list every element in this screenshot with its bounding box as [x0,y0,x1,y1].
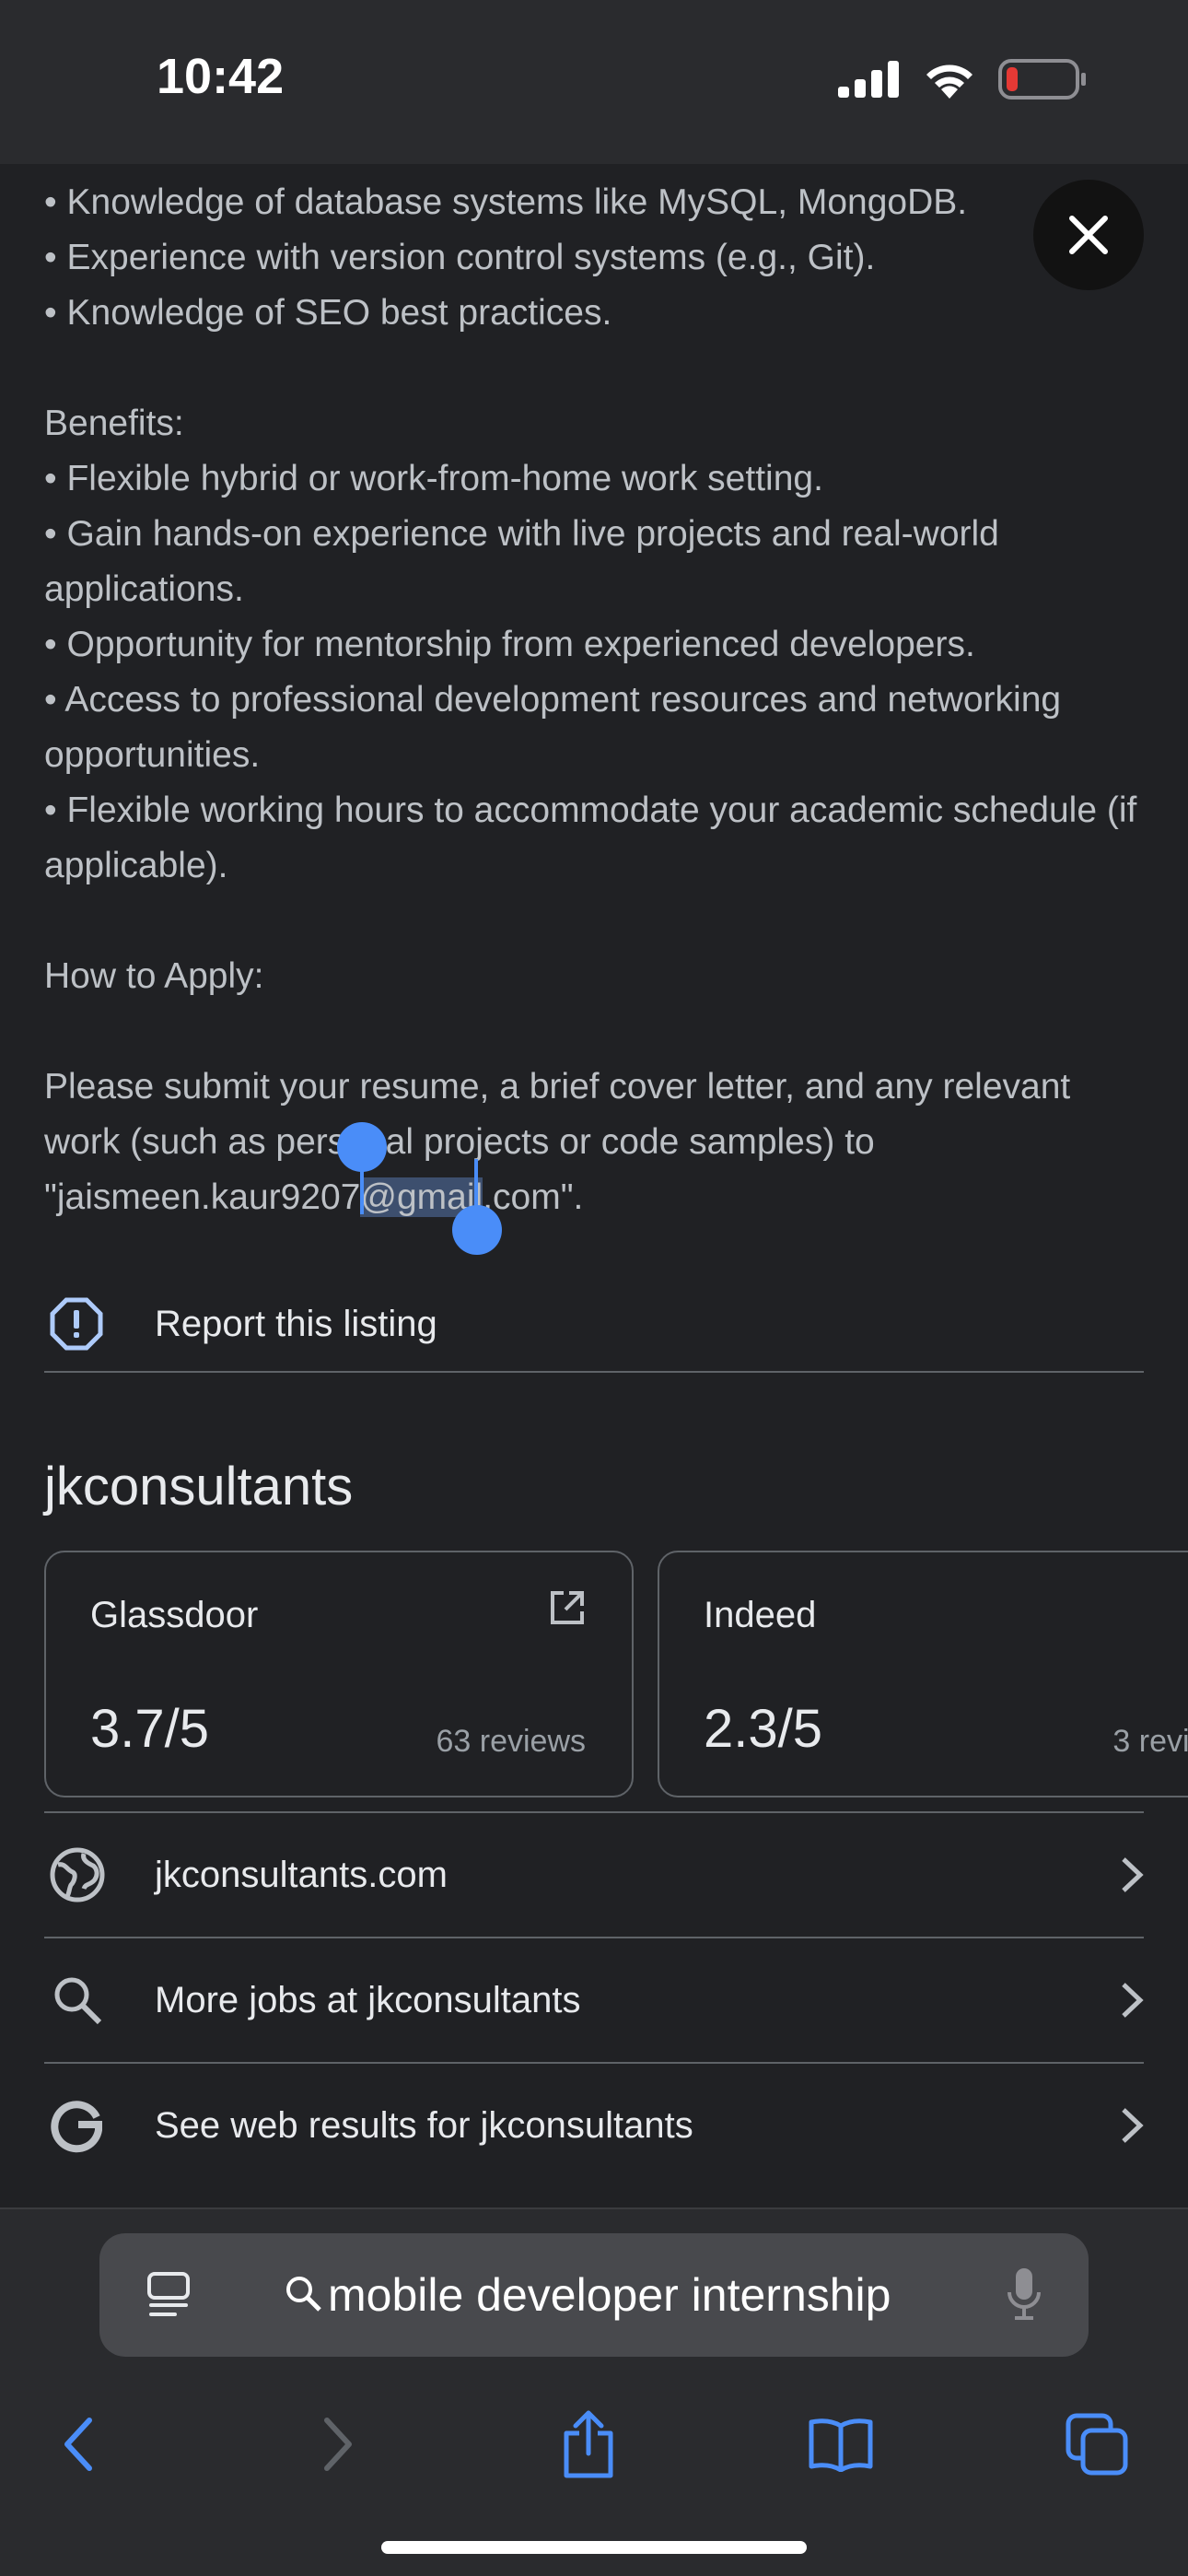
requirement-item: • Experience with version control system… [44,238,876,277]
close-button[interactable] [1033,180,1144,290]
company-website-label: jkconsultants.com [155,1854,448,1895]
benefit-item: • Opportunity for mentorship from experi… [44,625,975,664]
requirement-item: • Knowledge of SEO best practices. [44,293,612,333]
status-icons [838,59,1087,100]
apply-heading: How to Apply: [44,956,264,996]
tabs-button[interactable] [1055,2403,1138,2486]
more-jobs-label: More jobs at jkconsultants [155,1979,581,2020]
benefit-item: • Flexible working hours to accommodate … [44,790,1137,885]
selection-start-handle[interactable] [337,1122,387,1172]
benefits-heading: Benefits: [44,404,184,443]
rating-source: Glassdoor [90,1595,259,1635]
web-results-link[interactable]: See web results for jkconsultants [44,2064,1144,2187]
back-button[interactable] [37,2403,120,2486]
status-bar: 10:42 [0,0,1188,164]
signal-icon [838,61,899,98]
rating-card-glassdoor[interactable]: Glassdoor 3.7/5 63 reviews [44,1551,634,1797]
apply-text[interactable]: Please submit your resume, a brief cover… [44,1060,1140,1225]
review-count: 3 reviews [1112,1724,1188,1759]
company-website-link[interactable]: jkconsultants.com [44,1813,1144,1937]
more-jobs-link[interactable]: More jobs at jkconsultants [44,1938,1144,2062]
status-time: 10:42 [157,49,285,104]
selection-end-handle[interactable] [452,1205,502,1255]
battery-icon [998,59,1086,100]
chevron-right-icon [1089,1981,1144,2020]
chevron-right-icon [324,2418,352,2471]
browser-bottom-bar: mobile developer internship [0,2207,1188,2576]
search-icon [284,2274,322,2317]
reader-tab-icon[interactable] [146,2270,192,2324]
report-listing-label: Report this listing [155,1303,437,1344]
search-query: mobile developer internship [328,2269,891,2321]
job-details-scroll[interactable]: • Knowledge of database systems like MyS… [0,164,1188,2207]
rating-source: Indeed [704,1595,817,1635]
wifi-icon [926,64,973,99]
alert-octagon-icon [44,1297,109,1351]
review-count: 63 reviews [436,1724,586,1759]
rating-card-indeed[interactable]: Indeed 2.3/5 3 reviews [658,1551,1188,1797]
close-icon [1069,216,1108,254]
requirement-item: • Knowledge of database systems like MyS… [44,182,968,222]
external-link-icon [549,1589,586,1631]
share-button[interactable] [547,2403,630,2486]
book-icon [809,2418,873,2472]
web-results-label: See web results for jkconsultants [155,2104,693,2146]
search-icon [44,1974,111,2026]
home-indicator[interactable] [381,2541,807,2554]
forward-button[interactable] [297,2403,379,2486]
benefit-item: • Gain hands-on experience with live pro… [44,514,999,609]
chevron-right-icon [1089,1856,1144,1894]
tabs-icon [1066,2413,1128,2476]
share-icon [564,2410,613,2478]
google-icon [44,2097,111,2154]
chevron-left-icon [64,2418,92,2471]
report-listing-button[interactable]: Report this listing [44,1277,1144,1373]
rating-value: 2.3/5 [704,1699,822,1759]
apply-text-end: .com". [483,1177,584,1217]
browser-toolbar [0,2384,1188,2495]
benefit-item: • Access to professional development res… [44,680,1062,775]
microphone-icon[interactable] [1006,2266,1042,2326]
bookmarks-button[interactable] [799,2403,882,2486]
globe-icon [44,1846,111,1903]
benefit-item: • Flexible hybrid or work-from-home work… [44,459,823,498]
address-bar[interactable]: mobile developer internship [99,2233,1089,2357]
chevron-right-icon [1089,2106,1144,2145]
company-name: jkconsultants [44,1457,354,1516]
rating-value: 3.7/5 [90,1699,209,1759]
job-description: • Knowledge of database systems like MyS… [44,175,1140,1225]
